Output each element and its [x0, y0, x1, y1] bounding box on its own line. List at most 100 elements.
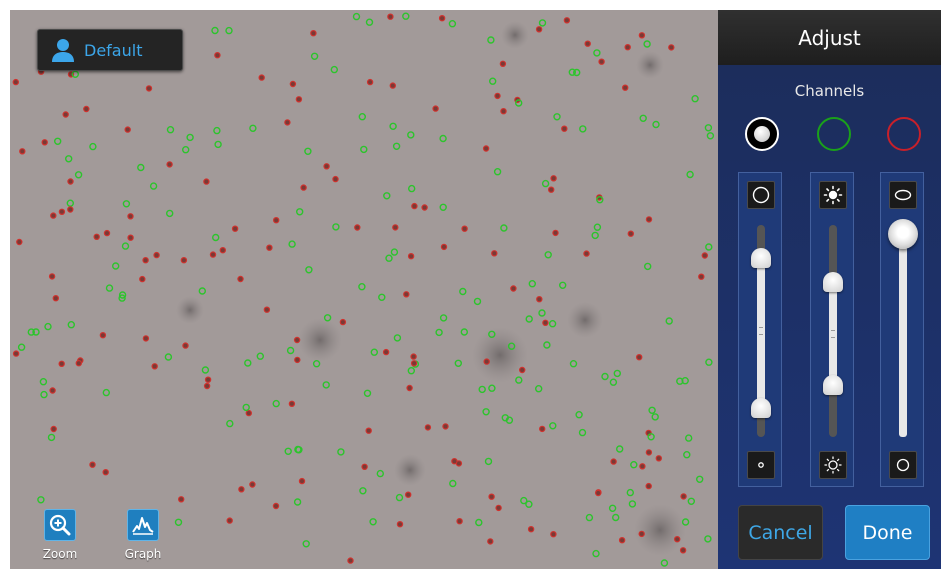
- red-cell-marker: [177, 496, 185, 503]
- circle-button[interactable]: [889, 451, 917, 479]
- green-cell-marker: [293, 498, 302, 506]
- profile-button[interactable]: Default: [37, 29, 183, 71]
- green-cell-marker: [449, 479, 457, 488]
- graph-button[interactable]: [127, 509, 159, 541]
- red-cell-marker: [440, 243, 448, 251]
- green-cell-marker: [225, 26, 233, 35]
- red-cell-marker: [102, 469, 109, 476]
- slider-2-grip[interactable]: [831, 330, 835, 338]
- slider-3-rail[interactable]: [899, 233, 907, 437]
- red-cell-marker: [99, 332, 107, 339]
- green-cell-marker: [538, 19, 547, 27]
- green-cell-marker: [322, 381, 330, 389]
- green-cell-marker: [330, 65, 338, 74]
- green-cell-marker: [389, 122, 397, 131]
- green-cell-marker: [525, 500, 533, 508]
- green-cell-marker: [592, 549, 600, 558]
- slider-1-grip[interactable]: [759, 327, 763, 335]
- red-cell-marker: [536, 296, 543, 303]
- green-cell-marker: [402, 12, 410, 20]
- green-cell-marker: [489, 77, 497, 85]
- green-cell-marker: [352, 12, 361, 21]
- green-cell-marker: [665, 317, 673, 325]
- red-cell-marker: [19, 148, 26, 155]
- red-cell-marker: [410, 360, 418, 367]
- green-cell-marker: [121, 242, 130, 250]
- small-dot-button[interactable]: [747, 451, 775, 479]
- slider-1-lower-thumb[interactable]: [751, 398, 771, 418]
- green-cell-marker: [435, 328, 443, 337]
- red-cell-marker: [396, 521, 404, 528]
- green-cell-marker: [706, 132, 715, 140]
- red-cell-marker: [12, 350, 20, 357]
- red-cell-marker: [698, 273, 705, 280]
- red-cell-marker: [668, 44, 675, 51]
- red-cell-marker: [389, 82, 396, 89]
- ellipse-icon: [894, 189, 912, 201]
- circle-outline-button[interactable]: [747, 181, 775, 209]
- green-cell-marker: [305, 266, 313, 274]
- cancel-button[interactable]: Cancel: [738, 505, 823, 560]
- brightness-high-button[interactable]: [819, 181, 847, 209]
- green-cell-marker: [705, 243, 713, 251]
- green-cell-marker: [211, 233, 220, 242]
- green-cell-marker: [122, 200, 131, 208]
- green-cell-marker: [473, 297, 482, 306]
- green-cell-marker: [548, 320, 557, 328]
- red-cell-marker: [432, 105, 439, 112]
- red-cell-marker: [488, 493, 495, 500]
- red-cell-marker: [300, 184, 307, 191]
- red-cell-marker: [456, 518, 463, 525]
- red-cell-marker: [151, 363, 158, 370]
- channel-green-button[interactable]: [817, 117, 851, 151]
- green-cell-marker: [337, 448, 345, 456]
- green-cell-marker: [102, 388, 111, 397]
- green-cell-marker: [407, 367, 415, 375]
- green-cell-marker: [648, 406, 656, 414]
- green-cell-marker: [705, 358, 713, 366]
- ellipse-button[interactable]: [889, 181, 917, 209]
- green-cell-marker: [149, 182, 158, 190]
- red-cell-marker: [339, 318, 347, 326]
- slider-2-lower-thumb[interactable]: [823, 375, 843, 395]
- done-button[interactable]: Done: [845, 505, 930, 560]
- slider-2-upper-thumb[interactable]: [823, 272, 843, 292]
- red-cell-marker: [701, 252, 709, 259]
- red-cell-marker: [365, 427, 372, 434]
- red-cell-marker: [645, 216, 653, 223]
- red-cell-marker: [50, 212, 57, 219]
- image-viewer[interactable]: Default Zoom Graph: [10, 10, 718, 569]
- green-cell-marker: [454, 359, 462, 367]
- zoom-button[interactable]: [44, 509, 76, 541]
- red-cell-marker: [204, 376, 212, 383]
- green-cell-marker: [493, 167, 502, 176]
- red-cell-marker: [410, 353, 417, 360]
- zoom-tool[interactable]: Zoom: [35, 509, 85, 561]
- channel-white-button[interactable]: [745, 117, 779, 151]
- red-cell-marker: [527, 526, 535, 533]
- debris-blotch: [472, 327, 528, 383]
- red-cell-marker: [627, 230, 635, 237]
- red-cell-marker: [563, 17, 571, 24]
- brightness-low-button[interactable]: [819, 451, 847, 479]
- slider-3-thumb[interactable]: [888, 219, 918, 249]
- green-cell-marker: [105, 284, 114, 292]
- red-cell-marker: [293, 336, 301, 344]
- green-cell-marker: [201, 366, 210, 374]
- red-cell-marker: [407, 252, 415, 260]
- green-cell-marker: [296, 208, 304, 216]
- red-cell-marker: [219, 246, 226, 254]
- green-cell-marker: [593, 223, 602, 231]
- graph-tool[interactable]: Graph: [118, 509, 168, 561]
- channel-red-button[interactable]: [887, 117, 921, 151]
- red-cell-marker: [550, 531, 557, 538]
- red-cell-marker: [127, 234, 134, 241]
- red-cell-marker: [500, 107, 507, 115]
- red-cell-marker: [83, 105, 90, 113]
- green-cell-marker: [578, 428, 587, 437]
- slider-1-upper-thumb[interactable]: [751, 248, 771, 268]
- green-cell-marker: [549, 422, 557, 430]
- red-cell-marker: [62, 111, 69, 118]
- green-cell-marker: [500, 224, 508, 232]
- red-cell-marker: [638, 32, 646, 39]
